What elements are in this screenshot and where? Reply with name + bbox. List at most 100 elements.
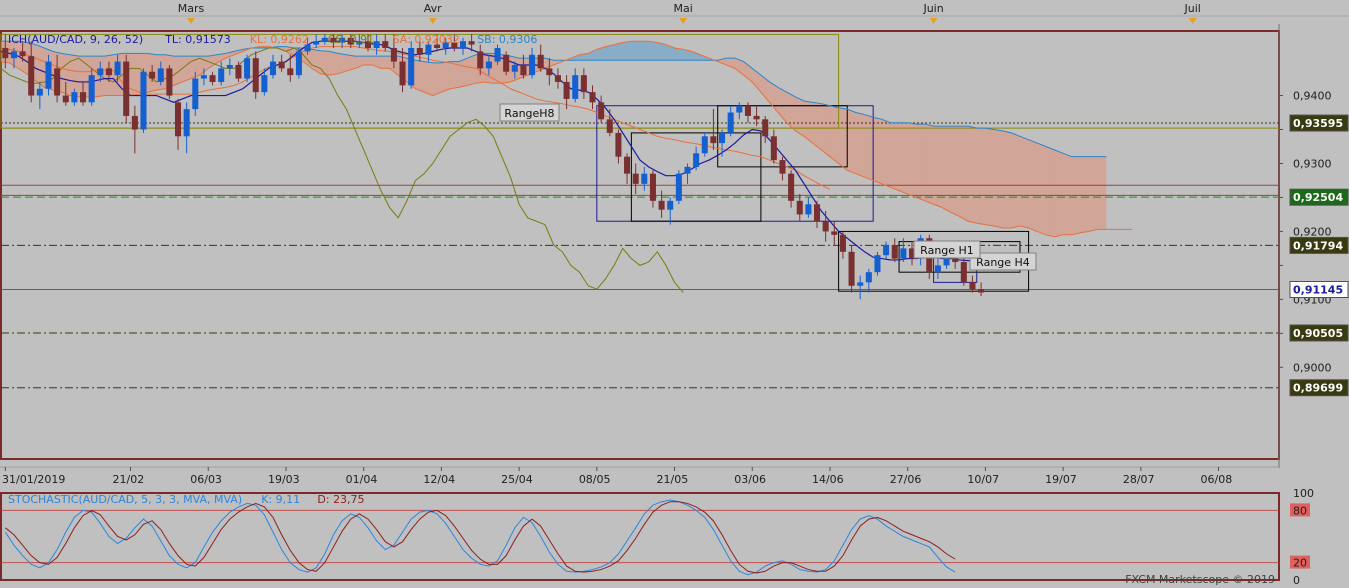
candle-body[interactable] xyxy=(235,64,242,79)
candle-body[interactable] xyxy=(140,71,147,130)
candle-body[interactable] xyxy=(934,265,941,273)
candle-body[interactable] xyxy=(805,204,812,215)
candle-body[interactable] xyxy=(839,234,846,252)
candle-body[interactable] xyxy=(287,68,294,76)
candle-body[interactable] xyxy=(408,47,415,86)
candle-body[interactable] xyxy=(105,68,112,76)
candle-body[interactable] xyxy=(399,61,406,86)
candle-body[interactable] xyxy=(520,64,527,76)
candle-body[interactable] xyxy=(874,255,881,273)
candle-body[interactable] xyxy=(200,75,207,79)
candle-body[interactable] xyxy=(244,58,251,79)
candle-body[interactable] xyxy=(10,51,17,59)
candle-body[interactable] xyxy=(36,88,43,96)
candle-body[interactable] xyxy=(589,92,596,103)
candle-body[interactable] xyxy=(813,204,821,222)
candle-body[interactable] xyxy=(123,61,130,116)
candle-body[interactable] xyxy=(468,41,475,45)
candle-body[interactable] xyxy=(149,71,156,79)
candle-body[interactable] xyxy=(261,75,268,93)
candle-body[interactable] xyxy=(572,75,579,99)
candle-body[interactable] xyxy=(511,64,518,72)
candle-body[interactable] xyxy=(459,41,467,48)
candle-body[interactable] xyxy=(192,78,199,110)
candle-body[interactable] xyxy=(166,68,173,96)
candle-body[interactable] xyxy=(2,47,9,59)
candle-body[interactable] xyxy=(174,102,182,137)
candle-body[interactable] xyxy=(710,136,717,144)
candle-body[interactable] xyxy=(278,61,285,69)
candle-body[interactable] xyxy=(503,54,510,72)
candle-body[interactable] xyxy=(736,105,743,113)
candle-body[interactable] xyxy=(28,56,35,96)
candle-body[interactable] xyxy=(796,200,803,215)
candle-body[interactable] xyxy=(157,68,164,82)
candle-body[interactable] xyxy=(390,47,397,62)
candle-body[interactable] xyxy=(727,112,734,133)
candle-body[interactable] xyxy=(88,75,95,103)
candle-body[interactable] xyxy=(624,156,631,174)
candle-body[interactable] xyxy=(269,61,277,76)
cloud-segment xyxy=(1097,156,1107,230)
candle-body[interactable] xyxy=(416,47,423,55)
candle-body[interactable] xyxy=(563,81,570,99)
candle-body[interactable] xyxy=(658,200,665,210)
candle-body[interactable] xyxy=(779,160,786,174)
candle-body[interactable] xyxy=(753,115,760,120)
candle-body[interactable] xyxy=(649,173,656,201)
candle-body[interactable] xyxy=(615,132,622,157)
candle-body[interactable] xyxy=(537,54,544,69)
candle-body[interactable] xyxy=(693,153,700,167)
candle-body[interactable] xyxy=(252,58,259,93)
candle-body[interactable] xyxy=(865,272,872,283)
candle-body[interactable] xyxy=(45,61,52,89)
candle-body[interactable] xyxy=(218,68,225,82)
candle-body[interactable] xyxy=(788,173,795,201)
candle-body[interactable] xyxy=(883,245,890,256)
candle-body[interactable] xyxy=(744,105,751,116)
candle-body[interactable] xyxy=(667,200,674,210)
candle-body[interactable] xyxy=(554,75,561,82)
candle-body[interactable] xyxy=(54,68,61,96)
candle-body[interactable] xyxy=(529,54,536,76)
candle-body[interactable] xyxy=(183,109,190,137)
candle-body[interactable] xyxy=(425,44,432,55)
candle-body[interactable] xyxy=(114,61,121,76)
candle-body[interactable] xyxy=(382,41,389,48)
candle-body[interactable] xyxy=(226,64,233,69)
candle-body[interactable] xyxy=(900,248,907,259)
candle-body[interactable] xyxy=(295,51,302,76)
candle-body[interactable] xyxy=(71,92,78,103)
candle-body[interactable] xyxy=(494,47,501,62)
candle-body[interactable] xyxy=(477,51,484,69)
candle-body[interactable] xyxy=(131,115,138,130)
candle-body[interactable] xyxy=(19,51,26,57)
candle-body[interactable] xyxy=(641,173,648,184)
candle-body[interactable] xyxy=(831,231,838,235)
candle-body[interactable] xyxy=(719,132,726,144)
candle-body[interactable] xyxy=(969,282,976,290)
candle-body[interactable] xyxy=(848,251,855,286)
candle-body[interactable] xyxy=(675,173,682,201)
candle-body[interactable] xyxy=(97,68,104,76)
candle-body[interactable] xyxy=(684,166,691,174)
candle-body[interactable] xyxy=(978,289,985,293)
candle-body[interactable] xyxy=(546,68,553,76)
candle-body[interactable] xyxy=(891,245,898,259)
candle-body[interactable] xyxy=(580,75,587,93)
candle-body[interactable] xyxy=(822,221,829,232)
candle-body[interactable] xyxy=(209,75,216,82)
candle-body[interactable] xyxy=(762,119,769,137)
candle-body[interactable] xyxy=(373,41,380,48)
candle-body[interactable] xyxy=(598,102,605,120)
candle-body[interactable] xyxy=(485,61,492,69)
candle-body[interactable] xyxy=(632,173,639,184)
candle-body[interactable] xyxy=(857,282,864,286)
candle-body[interactable] xyxy=(770,136,777,161)
candle-body[interactable] xyxy=(80,92,87,103)
candle-body[interactable] xyxy=(62,95,69,103)
candle-body[interactable] xyxy=(960,261,967,283)
candle-body[interactable] xyxy=(313,41,320,45)
candle-body[interactable] xyxy=(606,119,613,133)
candle-body[interactable] xyxy=(701,136,708,154)
